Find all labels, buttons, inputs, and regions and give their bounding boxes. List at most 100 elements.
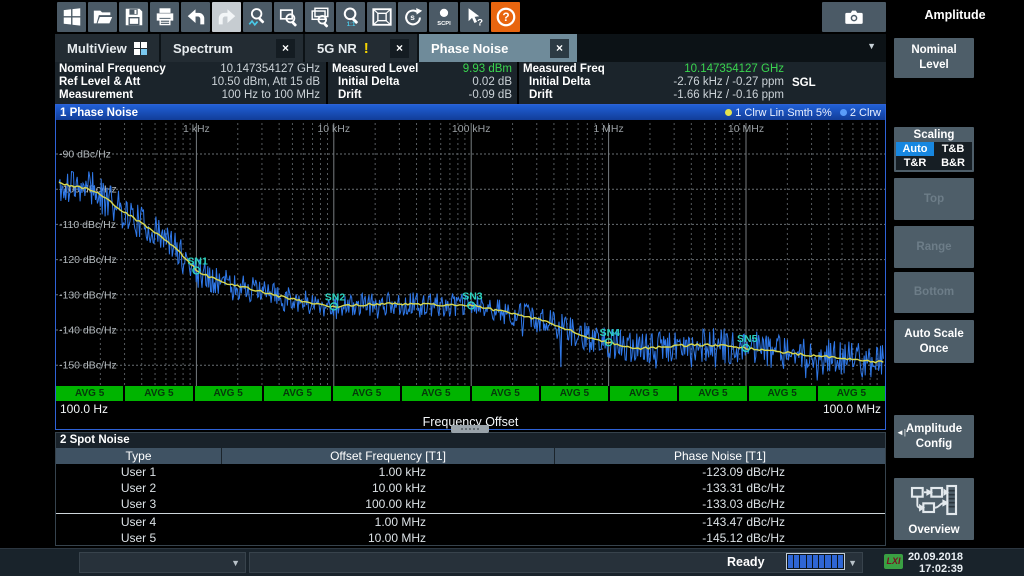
spot-noise-cell: 10.00 MHz [221, 530, 554, 546]
measurement-info-bar: Nominal Frequency10.147354127 GHz Ref Le… [55, 62, 886, 104]
spot-noise-cell: 10.00 kHz [221, 480, 554, 496]
date: 20.09.2018 [905, 551, 963, 563]
scaling-option-br[interactable]: B&R [934, 156, 972, 170]
svg-text:-90 dBc/Hz: -90 dBc/Hz [59, 149, 111, 161]
svg-text:-110 dBc/Hz: -110 dBc/Hz [59, 219, 116, 231]
tab-label: Spectrum [173, 41, 233, 56]
avg-segment: AVG 5 [541, 386, 608, 401]
spot-noise-cell: User 2 [56, 480, 221, 496]
zoom-one-to-one-button[interactable]: 1:1 [336, 2, 365, 32]
avg-segment: AVG 5 [264, 386, 331, 401]
scaling-option-tb[interactable]: T&B [934, 142, 972, 156]
undo-icon [185, 6, 207, 28]
phase-noise-plot[interactable]: 1 kHz10 kHz100 kHz1 MHz10 MHz-90 dBc/Hz-… [56, 120, 885, 386]
info-col-level: Measured Level9.93 dBm Initial Delta0.02… [328, 62, 517, 104]
spot-noise-cell: User 5 [56, 530, 221, 546]
info-col-frequency: Nominal Frequency10.147354127 GHz Ref Le… [55, 62, 326, 104]
progress-segment [813, 555, 818, 568]
spot-noise-table: User 11.00 kHz-123.09 dBc/HzUser 210.00 … [56, 464, 885, 546]
status-dropdown-left[interactable]: ▼ [79, 552, 246, 573]
tab-close-button[interactable]: × [550, 39, 569, 58]
softkey-scaling-group: Scaling AutoT&BT&RB&R [894, 127, 974, 172]
svg-text:SN1: SN1 [187, 255, 208, 267]
context-help-button[interactable]: ? [460, 2, 489, 32]
avg-segment: AVG 5 [679, 386, 746, 401]
spot-noise-row[interactable]: User 3100.00 kHz-133.03 dBc/Hz [56, 496, 885, 512]
zoom-trace-button[interactable] [243, 2, 272, 32]
progress-segment [807, 555, 812, 568]
scaling-option-tr[interactable]: T&R [896, 156, 934, 170]
svg-text:SN3: SN3 [462, 290, 483, 302]
phase-noise-diagram-window: 1 Phase Noise 1 Clrw Lin Smth 5%2 Clrw 1… [55, 104, 886, 430]
scpi-recorder-button[interactable]: SCPI [429, 2, 458, 32]
submenu-arrow-icon: ◄| [896, 428, 906, 438]
tab-overflow-button[interactable]: ▼ [867, 41, 876, 51]
sweep-refresh-button[interactable]: s [398, 2, 427, 32]
tab-multiview[interactable]: MultiView [55, 34, 159, 62]
softkey-panel: Nominal Level Scaling AutoT&BT&RB&R Top … [886, 32, 1024, 548]
spot-noise-row[interactable]: User 11.00 kHz-123.09 dBc/Hz [56, 464, 885, 480]
spot-noise-row[interactable]: User 210.00 kHz-133.31 dBc/Hz [56, 480, 885, 496]
window-title-bar[interactable]: 1 Phase Noise 1 Clrw Lin Smth 5%2 Clrw [56, 105, 885, 120]
warning-icon: ! [364, 40, 369, 57]
spot-noise-row[interactable]: User 510.00 MHz-145.12 dBc/Hz [56, 530, 885, 546]
single-sweep-indicator: SGL [792, 77, 816, 89]
undo-button[interactable] [181, 2, 210, 32]
softkey-nominal-level[interactable]: Nominal Level [894, 38, 974, 78]
tab-label: MultiView [67, 41, 127, 56]
svg-text:SN2: SN2 [325, 291, 346, 303]
print-icon [154, 6, 176, 28]
tab-close-button[interactable]: × [390, 39, 409, 58]
x-axis-start-value: 100.0 Hz [60, 402, 108, 416]
progress-segment [800, 555, 805, 568]
zoom-multi-button[interactable] [305, 2, 334, 32]
softkey-overview[interactable]: Overview [894, 478, 974, 540]
avg-segment: AVG 5 [333, 386, 400, 401]
svg-text:?: ? [502, 10, 509, 24]
tab-label: 5G NR [317, 41, 357, 56]
help-button[interactable]: ? [491, 2, 520, 32]
screenshot-camera-button[interactable] [822, 2, 886, 32]
scaling-option-auto[interactable]: Auto [896, 142, 934, 156]
avg-segment: AVG 5 [125, 386, 192, 401]
svg-text:SCPI: SCPI [437, 21, 451, 27]
spot-noise-row[interactable]: User 41.00 MHz-143.47 dBc/Hz [56, 513, 885, 530]
multiview-grid-icon [134, 42, 147, 55]
windows-button[interactable] [57, 2, 86, 32]
tab-spectrum[interactable]: Spectrum × [161, 34, 303, 62]
redo-button [212, 2, 241, 32]
lxi-indicator: LXI [884, 554, 903, 569]
tab-5g-nr[interactable]: 5G NR! × [305, 34, 417, 62]
svg-text:1 kHz: 1 kHz [183, 123, 210, 135]
scaling-options: AutoT&BT&RB&R [896, 142, 972, 170]
softkey-menu-title: Amplitude [886, 0, 1024, 32]
status-message-dropdown[interactable]: ▼ [249, 552, 863, 573]
window-title: 1 Phase Noise [56, 107, 138, 119]
window-splitter-handle[interactable] [451, 425, 489, 433]
tab-close-button[interactable]: × [276, 39, 295, 58]
channel-tab-bar: MultiViewSpectrum×5G NR!×Phase Noise×▼ [55, 34, 886, 62]
avg-segment: AVG 5 [472, 386, 539, 401]
progress-segment [788, 555, 793, 568]
overview-flowchart-icon [908, 484, 960, 521]
softkey-amplitude-config[interactable]: ◄| Amplitude Config [894, 415, 974, 458]
softkey-auto-scale-once[interactable]: Auto Scale Once [894, 320, 974, 363]
zoom-one-to-one-icon: 1:1 [340, 6, 362, 28]
save-button[interactable] [119, 2, 148, 32]
softkey-range: Range [894, 226, 974, 268]
progress-segment [838, 555, 843, 568]
windows-icon [61, 6, 83, 28]
legend-trace-2: 2 Clrw [840, 107, 881, 119]
window-title[interactable]: 2 Spot Noise [56, 433, 885, 448]
print-button[interactable] [150, 2, 179, 32]
softkey-top: Top [894, 178, 974, 220]
ready-status: Ready [727, 555, 765, 569]
sweep-refresh-icon: s [402, 6, 424, 28]
open-folder-button[interactable] [88, 2, 117, 32]
tab-phase-noise[interactable]: Phase Noise× [419, 34, 577, 62]
zoom-area-button[interactable] [274, 2, 303, 32]
svg-text:10 MHz: 10 MHz [728, 123, 764, 135]
display-frame-icon [371, 6, 393, 28]
spot-noise-cell: -143.47 dBc/Hz [554, 514, 885, 530]
display-frame-button[interactable] [367, 2, 396, 32]
